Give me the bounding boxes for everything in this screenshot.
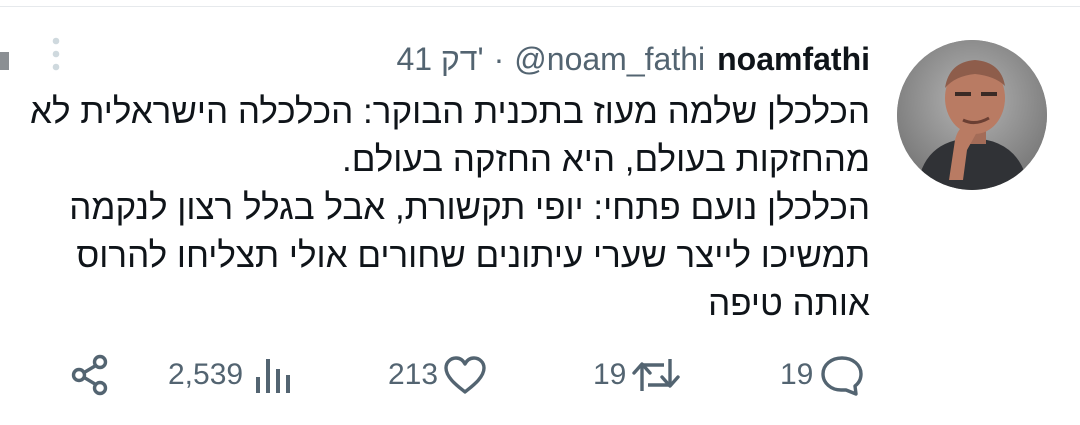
retweet-count: 19 [593,358,627,391]
like-button[interactable]: 213 [388,348,488,402]
reply-button[interactable]: 19 [780,348,865,402]
user-handle[interactable]: @noam_fathi [514,41,705,78]
tweet-paragraph: הכלכלן שלמה מעוז בתכנית הבוקר: הכלכלה הי… [30,92,870,179]
share-button[interactable] [68,348,112,402]
scroll-edge-marker [0,52,9,70]
header-separator: · [493,40,505,77]
retweet-button[interactable]: 19 [593,348,682,402]
display-name[interactable]: noamfathi [717,41,870,78]
tweet-header: noamfathi @noam_fathi · 41 דק' [396,34,870,84]
tweet-text: הכלכלן שלמה מעוז בתכנית הבוקר: הכלכלה הי… [30,88,870,328]
heart-icon [442,353,488,397]
retweet-arrows-icon [630,353,682,397]
views-button[interactable]: 2,539 [168,348,291,402]
comment-bubble-icon [819,353,865,397]
tweet-paragraph: הכלכלן נועם פתחי: יופי תקשורת, אבל בגלל … [69,188,870,323]
timestamp[interactable]: 41 דק' [396,41,483,78]
avatar[interactable] [897,40,1047,190]
reply-count: 19 [780,358,814,391]
more-vertical-icon[interactable] [46,36,66,72]
top-divider [0,6,1080,7]
bar-chart-icon [255,355,291,395]
views-count: 2,539 [168,358,244,391]
share-nodes-icon [68,353,112,397]
like-count: 213 [388,358,439,391]
